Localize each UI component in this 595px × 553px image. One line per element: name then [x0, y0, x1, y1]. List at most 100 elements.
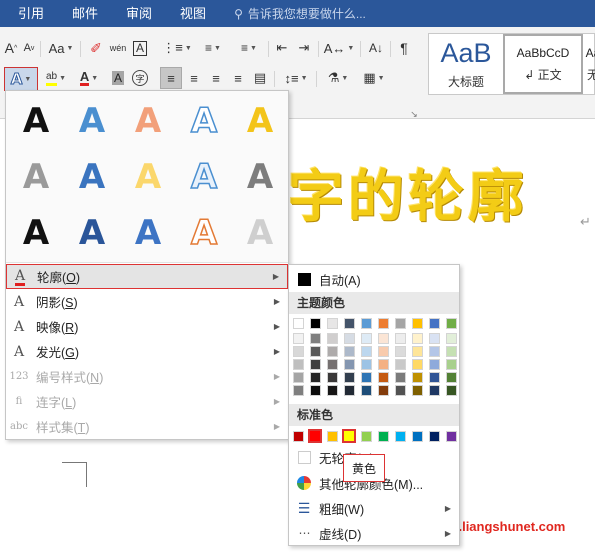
style-no-spacing[interactable]: Aa 无 — [583, 34, 595, 94]
theme-color-swatch[interactable] — [310, 359, 321, 370]
text-effects-menu-item[interactable]: A 发光(G) ▶ — [6, 339, 288, 364]
phonetic-guide-button[interactable]: wén — [108, 37, 128, 59]
theme-color-swatch[interactable] — [412, 359, 423, 370]
theme-color-swatch[interactable] — [293, 346, 304, 357]
text-effects-button[interactable]: A ▼ — [4, 67, 38, 91]
justify-button[interactable]: ≡ — [228, 67, 248, 89]
theme-color-swatch[interactable] — [344, 385, 355, 396]
theme-color-swatch[interactable] — [429, 346, 440, 357]
theme-color-swatch[interactable] — [361, 318, 372, 329]
theme-color-swatch[interactable] — [395, 333, 406, 344]
decrease-indent-button[interactable]: ⇤ — [272, 37, 292, 59]
text-effect-preset[interactable]: A — [8, 149, 64, 205]
tab-review[interactable]: 审阅 — [112, 0, 166, 27]
theme-color-swatch[interactable] — [446, 318, 457, 329]
theme-color-swatch[interactable] — [327, 318, 338, 329]
text-effect-preset[interactable]: A — [64, 149, 120, 205]
theme-color-swatch[interactable] — [344, 346, 355, 357]
standard-color-swatch[interactable] — [327, 431, 338, 442]
theme-color-swatch[interactable] — [429, 385, 440, 396]
theme-color-swatch[interactable] — [344, 359, 355, 370]
theme-color-swatch[interactable] — [446, 359, 457, 370]
numbering-button[interactable]: ≡ ▼ — [196, 37, 230, 59]
chinese-layout-button[interactable]: A↔ ▼ — [322, 37, 356, 59]
show-marks-button[interactable]: ¶ — [394, 37, 414, 59]
theme-color-swatch[interactable] — [310, 333, 321, 344]
text-effect-preset[interactable]: A — [8, 205, 64, 261]
font-color-button[interactable]: A ▼ — [74, 67, 104, 89]
theme-color-swatch[interactable] — [293, 372, 304, 383]
standard-color-swatch[interactable] — [293, 431, 304, 442]
theme-color-swatch[interactable] — [412, 372, 423, 383]
theme-color-swatch[interactable] — [395, 372, 406, 383]
standard-color-swatch[interactable] — [361, 431, 372, 442]
text-effect-preset[interactable]: A — [8, 93, 64, 149]
char-shading-button[interactable]: A — [108, 67, 128, 89]
shading-button[interactable]: ⚗ ▼ — [322, 67, 354, 89]
theme-color-swatch[interactable] — [378, 372, 389, 383]
distributed-button[interactable]: ▤ — [250, 67, 270, 89]
text-effects-menu-item[interactable]: A 轮廓(O) ▶ — [6, 264, 288, 289]
theme-color-swatch[interactable] — [412, 318, 423, 329]
clear-format-icon[interactable]: ✐ — [86, 37, 106, 59]
theme-color-swatch[interactable] — [310, 372, 321, 383]
text-effect-preset[interactable]: A — [232, 149, 288, 205]
theme-color-swatch[interactable] — [327, 359, 338, 370]
standard-color-swatch[interactable] — [342, 429, 356, 443]
highlight-color-button[interactable]: ab ▼ — [40, 67, 72, 89]
theme-color-swatch[interactable] — [293, 318, 304, 329]
tab-mailings[interactable]: 邮件 — [58, 0, 112, 27]
borders-button[interactable]: ▦ ▼ — [358, 67, 390, 89]
bullets-button[interactable]: ⋮≡ ▼ — [160, 37, 194, 59]
tell-me-box[interactable]: ⚲ 告诉我您想要做什么... — [234, 5, 366, 22]
theme-color-swatch[interactable] — [361, 333, 372, 344]
align-right-button[interactable]: ≡ — [206, 67, 226, 89]
theme-color-swatch[interactable] — [327, 346, 338, 357]
theme-color-swatch[interactable] — [344, 333, 355, 344]
theme-color-swatch[interactable] — [344, 318, 355, 329]
theme-color-swatch[interactable] — [446, 372, 457, 383]
text-effect-preset[interactable]: A — [176, 149, 232, 205]
text-effect-preset[interactable]: A — [120, 149, 176, 205]
theme-color-swatch[interactable] — [446, 346, 457, 357]
theme-color-swatch[interactable] — [412, 385, 423, 396]
theme-color-swatch[interactable] — [446, 333, 457, 344]
theme-color-swatch[interactable] — [378, 318, 389, 329]
text-effect-preset[interactable]: A — [120, 205, 176, 261]
theme-color-swatch[interactable] — [310, 346, 321, 357]
theme-color-swatch[interactable] — [412, 346, 423, 357]
style-normal[interactable]: AaBbCcD ↲ 正文 — [503, 34, 583, 94]
text-effect-preset[interactable]: A — [64, 205, 120, 261]
theme-color-swatch[interactable] — [395, 318, 406, 329]
theme-color-swatch[interactable] — [395, 359, 406, 370]
text-effect-preset[interactable]: A — [232, 205, 288, 261]
sort-button[interactable]: A↓ — [366, 37, 386, 59]
standard-color-swatch[interactable] — [308, 429, 322, 443]
theme-color-swatch[interactable] — [310, 318, 321, 329]
text-effect-preset[interactable]: A — [120, 93, 176, 149]
text-effect-preset[interactable]: A — [64, 93, 120, 149]
theme-color-swatch[interactable] — [395, 385, 406, 396]
text-effects-menu-item[interactable]: A 阴影(S) ▶ — [6, 289, 288, 314]
theme-color-swatch[interactable] — [293, 359, 304, 370]
char-border-button[interactable]: A — [130, 37, 150, 59]
theme-color-swatch[interactable] — [429, 359, 440, 370]
text-effect-preset[interactable]: A — [176, 93, 232, 149]
theme-color-swatch[interactable] — [429, 318, 440, 329]
theme-color-swatch[interactable] — [429, 333, 440, 344]
multilevel-list-button[interactable]: ≡ ▼ — [232, 37, 266, 59]
theme-color-swatch[interactable] — [361, 372, 372, 383]
outline-auto[interactable]: 自动(A) — [289, 267, 459, 291]
align-center-button[interactable]: ≡ — [184, 67, 204, 89]
theme-color-swatch[interactable] — [327, 385, 338, 396]
theme-color-swatch[interactable] — [395, 346, 406, 357]
shrink-font-button[interactable]: Av — [20, 37, 38, 59]
text-effect-preset[interactable]: A — [232, 93, 288, 149]
tab-view[interactable]: 视图 — [166, 0, 220, 27]
theme-color-swatch[interactable] — [327, 372, 338, 383]
document-text[interactable]: 字的轮廓 — [288, 152, 528, 233]
theme-color-swatch[interactable] — [327, 333, 338, 344]
standard-color-swatch[interactable] — [412, 431, 423, 442]
theme-color-swatch[interactable] — [378, 346, 389, 357]
theme-color-swatch[interactable] — [378, 333, 389, 344]
